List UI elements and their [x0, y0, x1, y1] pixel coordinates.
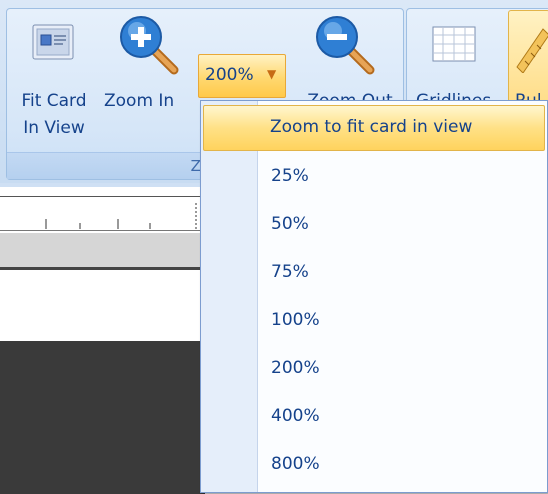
menu-item-25[interactable]: 25%: [203, 156, 543, 198]
card-icon: [32, 24, 74, 60]
menu-item-label: 75%: [271, 262, 309, 282]
zoom-level-value: 200%: [205, 65, 254, 85]
fit-card-label-line1: Fit Card: [21, 91, 87, 111]
menu-item-label: 200%: [271, 358, 320, 378]
menu-item-label: 25%: [271, 166, 309, 186]
menu-item-800[interactable]: 800%: [203, 444, 543, 486]
menu-item-label: 100%: [271, 310, 320, 330]
zoom-in-icon: [120, 16, 179, 75]
menu-item-label: Zoom to fit card in view: [270, 117, 473, 137]
canvas-margin: [0, 233, 205, 270]
zoom-level-menu: Zoom to fit card in view 25% 50% 75% 100…: [200, 100, 548, 493]
ruler-icon: [516, 28, 548, 73]
gridlines-icon: [432, 26, 476, 62]
menu-item-label: 400%: [271, 406, 320, 426]
zoom-level-dropdown[interactable]: 200% ▼: [198, 54, 286, 98]
menu-item-400[interactable]: 400%: [203, 396, 543, 438]
horizontal-ruler: [0, 196, 205, 231]
menu-item-75[interactable]: 75%: [203, 252, 543, 294]
dropdown-arrow-icon: ▼: [267, 67, 277, 81]
fit-card-label-line2: In View: [23, 118, 85, 138]
menu-item-200[interactable]: 200%: [203, 348, 543, 390]
menu-item-label: 50%: [271, 214, 309, 234]
zoom-out-icon: [316, 16, 375, 75]
menu-item-zoom-to-fit[interactable]: Zoom to fit card in view: [203, 105, 545, 151]
ruler-ticks: [45, 203, 197, 229]
menu-item-100[interactable]: 100%: [203, 300, 543, 342]
menu-item-label: 800%: [271, 454, 320, 474]
menu-item-50[interactable]: 50%: [203, 204, 543, 246]
card-canvas: [0, 341, 205, 494]
ribbon-bottom-edge: [0, 183, 205, 187]
zoom-in-label: Zoom In: [104, 91, 175, 111]
